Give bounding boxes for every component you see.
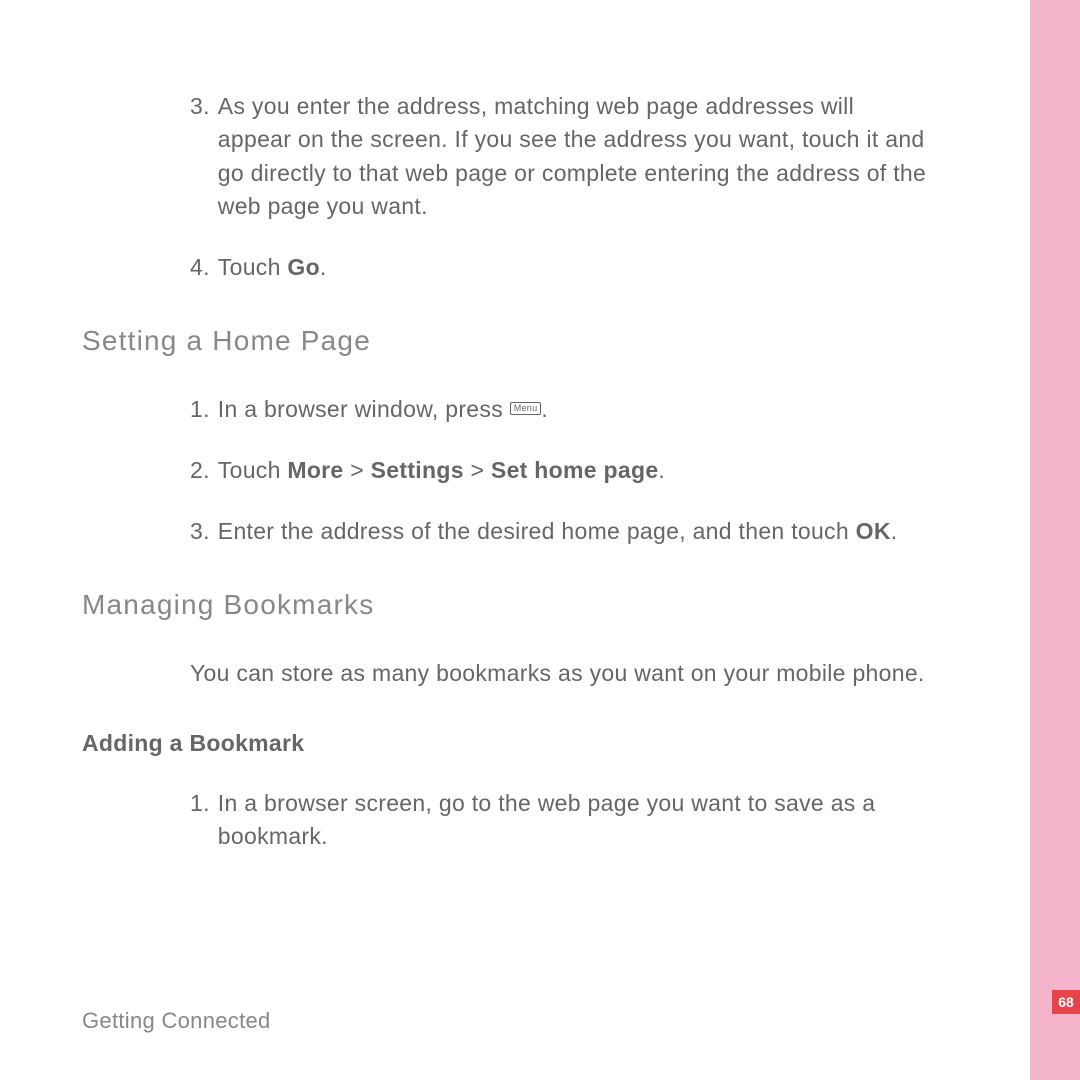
text-prefix: Enter the address of the desired home pa…	[218, 518, 856, 544]
bold-text: Go	[287, 254, 320, 280]
page-number-badge: 68	[1052, 990, 1080, 1014]
step-text: Touch More > Settings > Set home page.	[218, 454, 930, 487]
list-item: 2. Touch More > Settings > Set home page…	[190, 454, 930, 487]
list-item: 4. Touch Go.	[190, 251, 930, 284]
content-area: 3. As you enter the address, matching we…	[0, 0, 1010, 854]
page-container: 3. As you enter the address, matching we…	[0, 0, 1080, 1080]
menu-key-icon: Menu	[510, 402, 542, 415]
step-text: In a browser window, press Menu.	[218, 393, 930, 426]
home-steps-list: 1. In a browser window, press Menu. 2. T…	[190, 393, 930, 549]
list-item: 3. As you enter the address, matching we…	[190, 90, 930, 223]
step-number: 3.	[190, 515, 210, 548]
step-number: 1.	[190, 787, 210, 854]
text-suffix: .	[320, 254, 327, 280]
step-text: In a browser screen, go to the web page …	[218, 787, 930, 854]
bold-text: More	[287, 457, 343, 483]
list-item: 1. In a browser window, press Menu.	[190, 393, 930, 426]
text-prefix: In a browser window, press	[218, 396, 510, 422]
pink-sidebar: 68	[1030, 0, 1080, 1080]
bold-text: Set home page	[491, 457, 659, 483]
bold-text: Settings	[371, 457, 464, 483]
bookmarks-intro-text: You can store as many bookmarks as you w…	[190, 657, 930, 690]
text-prefix: Touch	[218, 457, 288, 483]
step-text: As you enter the address, matching web p…	[218, 90, 930, 223]
step-number: 3.	[190, 90, 210, 223]
heading-managing-bookmarks: Managing Bookmarks	[82, 589, 930, 621]
step-number: 4.	[190, 251, 210, 284]
text-prefix: Touch	[218, 254, 288, 280]
top-steps-list: 3. As you enter the address, matching we…	[190, 90, 930, 285]
step-number: 2.	[190, 454, 210, 487]
list-item: 3. Enter the address of the desired home…	[190, 515, 930, 548]
step-text: Enter the address of the desired home pa…	[218, 515, 930, 548]
text-suffix: .	[658, 457, 665, 483]
separator: >	[344, 457, 371, 483]
step-text: Touch Go.	[218, 251, 930, 284]
step-number: 1.	[190, 393, 210, 426]
list-item: 1. In a browser screen, go to the web pa…	[190, 787, 930, 854]
footer-section-title: Getting Connected	[82, 1008, 271, 1034]
heading-adding-bookmark: Adding a Bookmark	[82, 730, 930, 757]
add-bookmark-steps-list: 1. In a browser screen, go to the web pa…	[190, 787, 930, 854]
heading-setting-home-page: Setting a Home Page	[82, 325, 930, 357]
text-suffix: .	[541, 396, 548, 422]
separator: >	[464, 457, 491, 483]
text-suffix: .	[891, 518, 898, 544]
bold-text: OK	[856, 518, 891, 544]
